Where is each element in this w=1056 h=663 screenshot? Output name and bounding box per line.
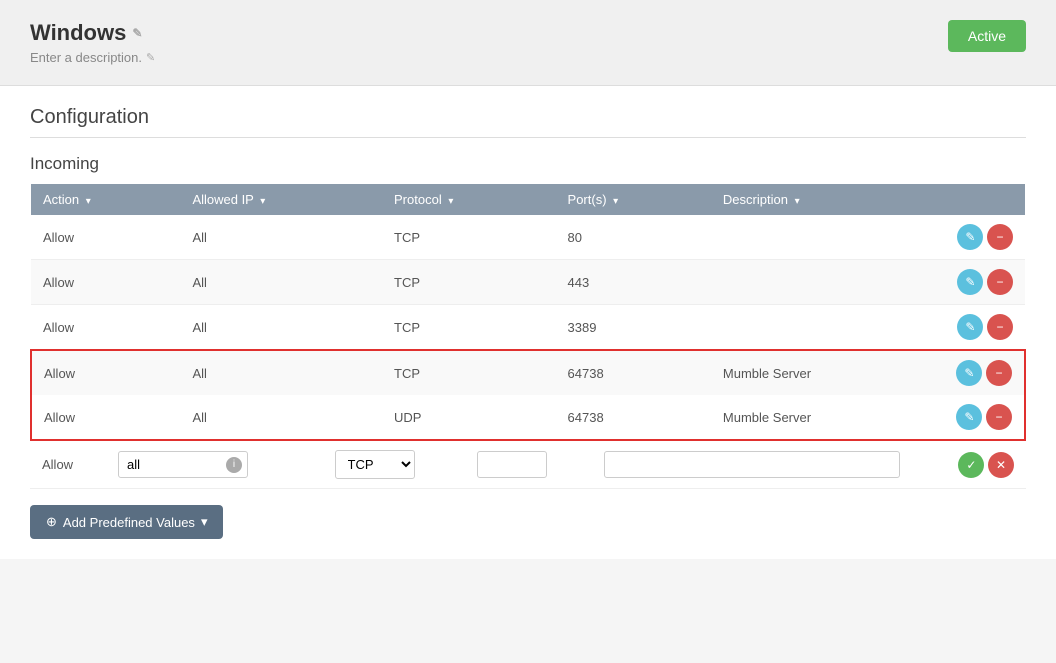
add-predefined-label: Add Predefined Values — [63, 515, 195, 530]
col-ports[interactable]: Port(s) ▾ — [556, 184, 711, 215]
sort-desc-icon: ▾ — [795, 196, 800, 207]
page-description: Enter a description. ✎ — [30, 50, 155, 65]
desc-input[interactable] — [604, 451, 899, 478]
row-actions-cell: ✎ − — [944, 305, 1025, 351]
cell-ports: 80 — [556, 215, 711, 260]
table-row: AllowAllTCP64738Mumble Server✎ − — [31, 350, 1025, 395]
remove-row-button[interactable]: − — [986, 360, 1012, 386]
header-left: Windows ✎ Enter a description. ✎ — [30, 20, 155, 65]
cell-action: Allow — [31, 395, 180, 440]
table-row: AllowAllTCP3389 ✎ − — [31, 305, 1025, 351]
edit-row-button[interactable]: ✎ — [957, 224, 983, 250]
add-predefined-button[interactable]: ⊕ Add Predefined Values ▾ — [30, 505, 223, 539]
cell-protocol: TCP — [382, 260, 556, 305]
info-icon[interactable]: i — [226, 457, 242, 473]
remove-row-button[interactable]: − — [987, 269, 1013, 295]
cell-description — [711, 305, 944, 351]
cell-description — [711, 260, 944, 305]
cell-protocol: UDP — [382, 395, 556, 440]
sort-protocol-icon: ▾ — [448, 196, 453, 207]
new-row-action-cell: Allow — [30, 441, 110, 489]
cell-ports: 3389 — [556, 305, 711, 351]
edit-row-button[interactable]: ✎ — [957, 269, 983, 295]
sort-action-icon: ▾ — [86, 196, 91, 207]
desc-edit-icon[interactable]: ✎ — [146, 51, 155, 64]
col-protocol[interactable]: Protocol ▾ — [382, 184, 556, 215]
cell-ports: 64738 — [556, 395, 711, 440]
col-description[interactable]: Description ▾ — [711, 184, 944, 215]
protocol-select[interactable]: TCP UDP — [335, 450, 415, 479]
cell-description: Mumble Server — [711, 395, 944, 440]
cell-allowed-ip: All — [180, 350, 382, 395]
page-header: Windows ✎ Enter a description. ✎ Active — [0, 0, 1056, 86]
remove-row-button[interactable]: − — [987, 314, 1013, 340]
active-button[interactable]: Active — [948, 20, 1026, 52]
sort-ports-icon: ▾ — [613, 196, 618, 207]
cell-ports: 64738 — [556, 350, 711, 395]
cell-allowed-ip: All — [180, 215, 382, 260]
firewall-table: Action ▾ Allowed IP ▾ Protocol ▾ Port(s)… — [30, 184, 1026, 441]
desc-text: Enter a description. — [30, 50, 142, 65]
cell-protocol: TCP — [382, 215, 556, 260]
cell-allowed-ip: All — [180, 305, 382, 351]
cell-protocol: TCP — [382, 305, 556, 351]
new-row-desc-cell — [596, 441, 907, 489]
remove-row-button[interactable]: − — [986, 404, 1012, 430]
col-actions-header — [944, 184, 1025, 215]
cell-action: Allow — [31, 215, 180, 260]
new-row-protocol-cell: TCP UDP — [327, 441, 469, 489]
cell-ports: 443 — [556, 260, 711, 305]
new-row-actions-cell: ✓ ✕ — [908, 441, 1026, 489]
configuration-title: Configuration — [30, 106, 1026, 138]
row-actions-cell: ✎ − — [944, 395, 1025, 440]
edit-row-button[interactable]: ✎ — [957, 314, 983, 340]
table-header-row: Action ▾ Allowed IP ▾ Protocol ▾ Port(s)… — [31, 184, 1025, 215]
cell-action: Allow — [31, 260, 180, 305]
title-edit-icon[interactable]: ✎ — [132, 26, 142, 40]
incoming-title: Incoming — [30, 154, 1026, 174]
page-title: Windows ✎ — [30, 20, 155, 46]
cell-allowed-ip: All — [180, 260, 382, 305]
main-content: Configuration Incoming Action ▾ Allowed … — [0, 86, 1056, 559]
table-row: AllowAllTCP80 ✎ − — [31, 215, 1025, 260]
new-row-ip-cell: i — [110, 441, 327, 489]
cell-action: Allow — [31, 350, 180, 395]
col-action[interactable]: Action ▾ — [31, 184, 180, 215]
cell-allowed-ip: All — [180, 395, 382, 440]
add-predefined-dropdown-icon: ▾ — [201, 514, 208, 530]
col-allowed-ip[interactable]: Allowed IP ▾ — [180, 184, 382, 215]
edit-row-button[interactable]: ✎ — [956, 404, 982, 430]
edit-row-button[interactable]: ✎ — [956, 360, 982, 386]
table-row: AllowAllTCP443 ✎ − — [31, 260, 1025, 305]
cell-protocol: TCP — [382, 350, 556, 395]
cell-description: Mumble Server — [711, 350, 944, 395]
add-predefined-plus-icon: ⊕ — [46, 514, 57, 530]
table-row: AllowAllUDP64738Mumble Server✎ − — [31, 395, 1025, 440]
port-input[interactable] — [477, 451, 547, 478]
title-text: Windows — [30, 20, 126, 46]
new-row: Allow i TCP UDP — [30, 441, 1026, 489]
cell-action: Allow — [31, 305, 180, 351]
confirm-button[interactable]: ✓ — [958, 452, 984, 478]
cancel-button[interactable]: ✕ — [988, 452, 1014, 478]
row-actions-cell: ✎ − — [944, 215, 1025, 260]
remove-row-button[interactable]: − — [987, 224, 1013, 250]
row-actions-cell: ✎ − — [944, 260, 1025, 305]
cell-description — [711, 215, 944, 260]
row-actions-cell: ✎ − — [944, 350, 1025, 395]
ip-input-wrapper: i — [118, 451, 248, 478]
new-row-port-cell — [469, 441, 597, 489]
new-row-action-label: Allow — [42, 457, 73, 472]
sort-ip-icon: ▾ — [260, 196, 265, 207]
